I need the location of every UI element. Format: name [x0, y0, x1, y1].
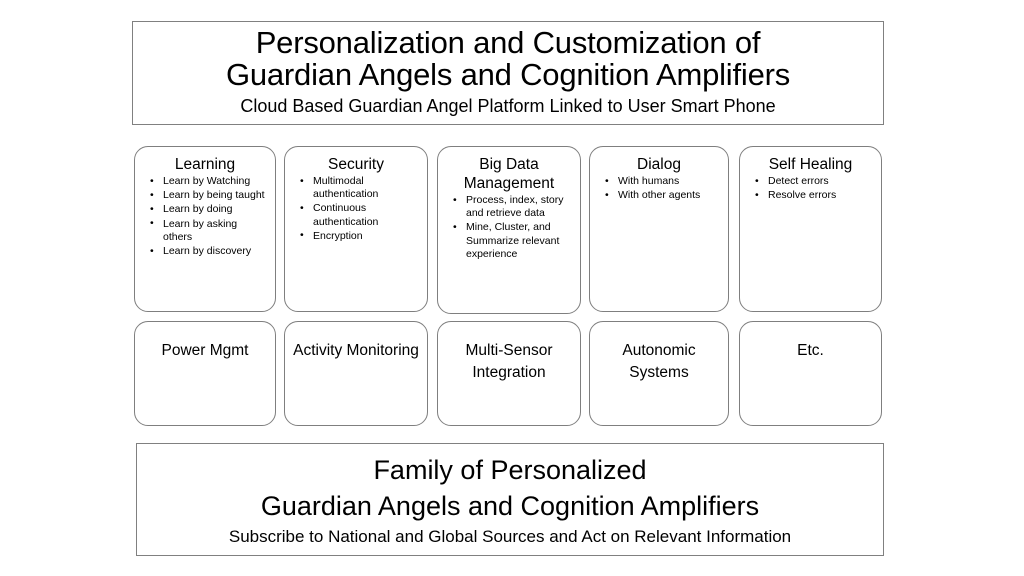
card-title: Autonomic Systems — [622, 342, 696, 381]
card-title: Power Mgmt — [161, 342, 249, 359]
list-item: Learn by discovery — [149, 245, 269, 258]
card-title: Activity Monitoring — [293, 342, 419, 359]
list-item: Resolve errors — [754, 189, 875, 202]
card-bullet-list: Process, index, story and retrieve data … — [438, 193, 580, 261]
title-line-1: Personalization and Customization of — [255, 25, 761, 60]
capability-card-etc[interactable]: Etc. — [739, 321, 882, 426]
title-banner: Personalization and Customization of Gua… — [132, 21, 884, 125]
list-item: Continuous authentication — [299, 202, 421, 228]
list-item: Mine, Cluster, and Summarize relevant ex… — [452, 221, 574, 261]
capability-card-autonomic-systems[interactable]: Autonomic Systems — [589, 321, 729, 426]
list-item: With other agents — [604, 189, 722, 202]
card-title: Etc. — [797, 342, 824, 359]
title-subtitle: Cloud Based Guardian Angel Platform Link… — [240, 96, 776, 116]
capability-card-activity-monitoring[interactable]: Activity Monitoring — [284, 321, 428, 426]
card-title: Learning — [174, 156, 236, 173]
list-item: With humans — [604, 174, 722, 188]
capability-card-learning[interactable]: Learning Learn by Watching Learn by bein… — [134, 146, 276, 312]
title-line-2: Guardian Angels and Cognition Amplifiers — [225, 57, 791, 92]
list-item: Process, index, story and retrieve data — [452, 193, 574, 220]
capability-card-power-mgmt[interactable]: Power Mgmt — [134, 321, 276, 426]
card-bullet-list: Detect errors Resolve errors — [740, 174, 881, 202]
capability-card-big-data-management[interactable]: Big Data Management Process, index, stor… — [437, 146, 581, 314]
card-title: Big Data Management — [463, 156, 555, 192]
card-title: Self Healing — [768, 156, 853, 173]
list-item: Multimodal authentication — [299, 174, 421, 201]
list-item: Learn by asking others — [149, 217, 269, 244]
capability-card-self-healing[interactable]: Self Healing Detect errors Resolve error… — [739, 146, 882, 312]
card-title: Multi-Sensor Integration — [465, 342, 553, 381]
card-bullet-list: With humans With other agents — [590, 174, 728, 202]
list-item: Encryption — [299, 229, 421, 243]
capability-card-security[interactable]: Security Multimodal authentication Conti… — [284, 146, 428, 312]
card-title: Dialog — [637, 156, 681, 173]
capability-card-dialog[interactable]: Dialog With humans With other agents — [589, 146, 729, 312]
card-bullet-list: Multimodal authentication Continuous aut… — [285, 174, 427, 243]
list-item: Learn by being taught — [149, 189, 269, 202]
list-item: Learn by Watching — [149, 174, 269, 188]
footer-subtitle: Subscribe to National and Global Sources… — [228, 527, 792, 546]
capability-card-multi-sensor-integration[interactable]: Multi-Sensor Integration — [437, 321, 581, 426]
footer-line-1: Family of Personalized — [373, 455, 647, 485]
card-title: Security — [328, 156, 384, 173]
footer-line-2: Guardian Angels and Cognition Amplifiers — [260, 491, 760, 521]
list-item: Learn by doing — [149, 203, 269, 216]
footer-banner: Family of Personalized Guardian Angels a… — [136, 443, 884, 556]
card-bullet-list: Learn by Watching Learn by being taught … — [135, 174, 275, 258]
list-item: Detect errors — [754, 174, 875, 188]
